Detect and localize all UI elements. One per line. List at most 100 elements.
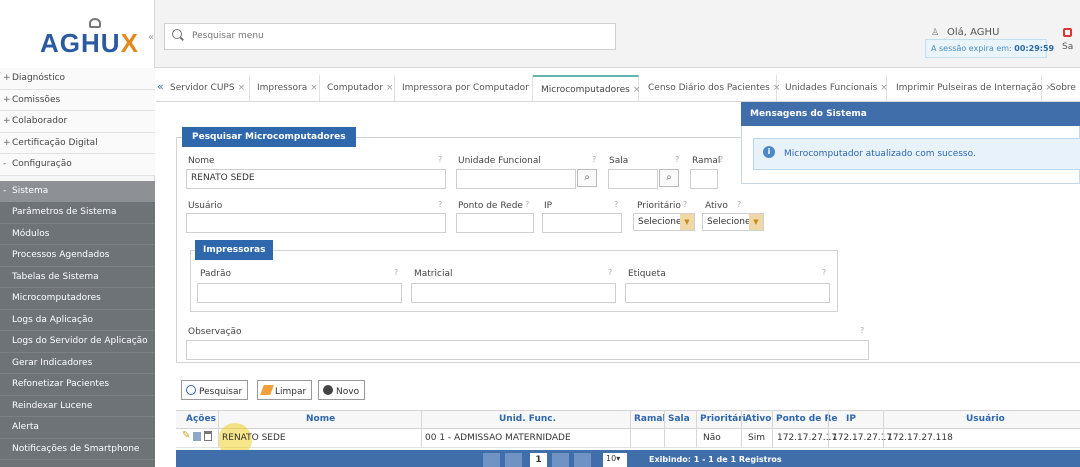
tab-microcomputadores[interactable]: Microcomputadores ×: [533, 75, 640, 101]
sidebar-item-modulos[interactable]: Módulos: [0, 224, 155, 245]
tab-label: Unidades Funcionais: [785, 83, 878, 93]
ip-field[interactable]: [542, 213, 622, 233]
ponto-rede-field[interactable]: [456, 213, 534, 233]
tab-label: Impressora por Computador: [402, 83, 529, 93]
sala-help-icon[interactable]: ?: [675, 155, 679, 164]
nome-field[interactable]: RENATO SEDE: [186, 169, 446, 189]
unidade-funcional-field[interactable]: [456, 169, 576, 189]
tab-unidades-funcionais[interactable]: Unidades Funcionais ×: [777, 75, 888, 101]
system-messages-title: Mensagens do Sistema: [741, 102, 1080, 126]
tab-servidor-cups[interactable]: Servidor CUPS ×: [170, 75, 250, 101]
col-prioritario[interactable]: Prioritári: [700, 414, 746, 424]
user-icon: ♙: [931, 28, 940, 38]
search-legend: Pesquisar Microcomputadores: [182, 127, 356, 147]
tab-computador[interactable]: Computador ×: [320, 75, 395, 101]
limpar-button[interactable]: Limpar: [257, 380, 313, 400]
user-greeting[interactable]: Olá, AGHU: [947, 27, 999, 38]
padrao-help-icon[interactable]: ?: [394, 268, 398, 277]
logo-main: AGHU: [40, 28, 121, 58]
tab-impressora[interactable]: Impressora ×: [250, 75, 320, 101]
ativo-help-icon[interactable]: ?: [737, 200, 741, 209]
ramal-field[interactable]: [690, 169, 718, 189]
sidebar-item-microcomputadores[interactable]: Microcomputadores: [0, 288, 155, 310]
tab-imprimir-pulseiras[interactable]: Imprimir Pulseiras de Internação ×: [887, 75, 1053, 101]
tab-censo-diario[interactable]: Censo Diário dos Pacientes ×: [639, 75, 780, 101]
col-ramal[interactable]: Ramal: [634, 414, 666, 424]
tab-scroll-left-icon[interactable]: «: [157, 80, 164, 93]
sidebar-item-diagnostico[interactable]: + Diagnóstico: [0, 68, 155, 90]
prioritario-select[interactable]: Selecione ▼: [633, 213, 695, 231]
matricial-field[interactable]: [411, 283, 616, 303]
prioritario-help-icon[interactable]: ?: [683, 200, 687, 209]
etiqueta-field[interactable]: [625, 283, 830, 303]
sidebar-item-gerar-indicadores[interactable]: Gerar Indicadores: [0, 353, 155, 374]
sidebar-item-configuracao[interactable]: - Configuração: [0, 154, 155, 176]
sidebar-item-logs-servidor[interactable]: Logs do Servidor de Aplicação: [0, 331, 155, 353]
sidebar-item-comissoes[interactable]: + Comissões: [0, 89, 155, 111]
close-icon[interactable]: ×: [310, 83, 318, 93]
col-unid-func[interactable]: Unid. Func.: [499, 414, 556, 424]
current-page[interactable]: 1: [530, 453, 547, 467]
limpar-label: Limpar: [275, 387, 307, 397]
sidebar-item-certificacao-digital[interactable]: + Certificação Digital: [0, 132, 155, 154]
observacao-help-icon[interactable]: ?: [860, 326, 864, 335]
sidebar-item-colaborador[interactable]: + Colaborador: [0, 111, 155, 133]
first-page-button[interactable]: [483, 453, 500, 467]
ativo-select[interactable]: Selecione ▼: [702, 213, 764, 231]
prev-page-button[interactable]: [505, 453, 522, 467]
logo-mark-icon: [89, 18, 101, 28]
computer-icon[interactable]: [193, 432, 201, 441]
col-nome[interactable]: Nome: [306, 414, 335, 424]
padrao-field[interactable]: [197, 283, 402, 303]
sidebar-item-logs-aplicacao[interactable]: Logs da Aplicação: [0, 310, 155, 331]
sidebar-group-sistema[interactable]: - Sistema: [0, 181, 155, 202]
sidebar-item-alerta[interactable]: Alerta: [0, 417, 155, 439]
sidebar-item-refonetizar[interactable]: Refonetizar Pacientes: [0, 374, 155, 396]
sidebar-item-notificacoes[interactable]: Notificações de Smartphone: [0, 439, 155, 460]
impressoras-legend: Impressoras: [195, 240, 274, 260]
col-ativo[interactable]: Ativo: [745, 414, 771, 424]
etiqueta-help-icon[interactable]: ?: [822, 268, 826, 277]
tab-impressora-por-computador[interactable]: Impressora por Computador×: [395, 75, 539, 101]
close-icon[interactable]: ×: [238, 83, 246, 93]
delete-icon[interactable]: [204, 431, 212, 441]
search-icon: [172, 29, 182, 39]
observacao-field[interactable]: [186, 340, 869, 360]
col-ip[interactable]: IP: [846, 414, 856, 424]
collapse-icon: -: [3, 186, 7, 196]
nome-help-icon[interactable]: ?: [438, 155, 442, 164]
ip-help-icon[interactable]: ?: [614, 200, 618, 209]
exit-label[interactable]: Sa: [1062, 42, 1073, 52]
tab-label: Impressora: [257, 83, 308, 93]
sala-lookup-icon[interactable]: ⌕: [659, 169, 679, 187]
edit-icon[interactable]: ✎: [182, 430, 190, 441]
next-page-button[interactable]: [552, 453, 569, 467]
column-divider: [218, 410, 219, 448]
page-size-select[interactable]: 10▾: [603, 453, 627, 467]
col-acoes[interactable]: Ações: [186, 414, 216, 424]
tab-sobre[interactable]: Sobre: [1042, 75, 1080, 101]
ramal-help-icon[interactable]: ?: [719, 155, 723, 164]
novo-button[interactable]: Novo: [318, 380, 366, 400]
unidade-lookup-icon[interactable]: ⌕: [577, 169, 597, 187]
sidebar-item-parametros[interactable]: Parâmetros de Sistema: [0, 202, 155, 224]
collapse-sidebar-icon[interactable]: «: [148, 32, 154, 43]
matricial-help-icon[interactable]: ?: [608, 268, 612, 277]
last-page-button[interactable]: [574, 453, 591, 467]
col-sala[interactable]: Sala: [668, 414, 690, 424]
pesquisar-button[interactable]: Pesquisar: [181, 380, 249, 400]
menu-search-input[interactable]: [192, 28, 592, 44]
column-divider: [664, 410, 665, 448]
usuario-field[interactable]: [186, 213, 446, 233]
exit-icon[interactable]: [1063, 28, 1072, 37]
unidade-help-icon[interactable]: ?: [592, 155, 596, 164]
sidebar-item-label: Comissões: [12, 94, 61, 105]
col-usuario[interactable]: Usuário: [966, 414, 1005, 424]
sidebar-item-processos-agendados[interactable]: Processos Agendados: [0, 245, 155, 267]
close-icon[interactable]: ×: [386, 83, 394, 93]
ponto-help-icon[interactable]: ?: [525, 200, 529, 209]
sidebar-item-reindexar[interactable]: Reindexar Lucene: [0, 396, 155, 417]
sidebar-item-tabelas-sistema[interactable]: Tabelas de Sistema: [0, 267, 155, 288]
usuario-help-icon[interactable]: ?: [438, 200, 442, 209]
sala-field[interactable]: [608, 169, 658, 189]
